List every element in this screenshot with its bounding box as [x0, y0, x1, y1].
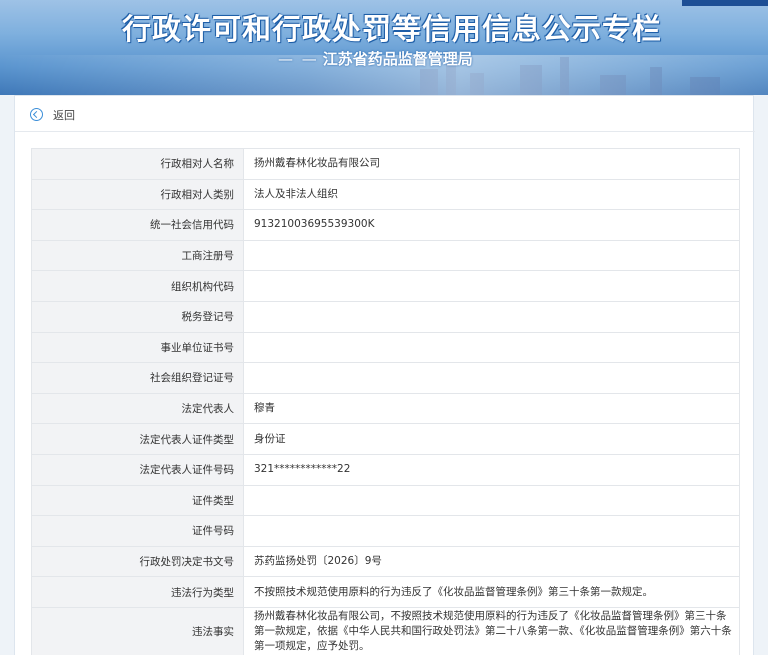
table-row: 行政相对人类别 法人及非法人组织 — [31, 178, 740, 211]
table-row: 违法事实 扬州戴春林化妆品有限公司，不按照技术规范使用原料的行为违反了《化妆品监督… — [31, 606, 740, 655]
table-row: 行政处罚决定书文号 苏药监扬处罚〔2026〕9号 — [31, 545, 740, 578]
row-value — [243, 239, 740, 272]
table-row: 行政相对人名称 扬州戴春林化妆品有限公司 — [31, 148, 740, 180]
table-row: 社会组织登记证号 — [31, 362, 740, 394]
banner-subtitle: — — 江苏省药品监督管理局 — [278, 48, 473, 69]
row-value — [243, 362, 740, 394]
table-row: 违法行为类型 不按照技术规范使用原料的行为违反了《化妆品监督管理条例》第三十条第一… — [31, 576, 740, 608]
table-row: 法定代表人证件号码 321************22 — [31, 453, 740, 486]
row-label: 证件类型 — [31, 484, 244, 517]
header-banner: 行政许可和行政处罚等信用信息公示专栏 — — 江苏省药品监督管理局 — [0, 0, 768, 95]
table-row: 统一社会信用代码 91321003695539300K — [31, 209, 740, 241]
row-label: 法定代表人证件号码 — [31, 453, 244, 486]
back-link[interactable]: 返回 — [53, 107, 75, 123]
table-row: 证件号码 — [31, 515, 740, 547]
back-circle-arrow-icon[interactable] — [30, 108, 43, 121]
row-label: 社会组织登记证号 — [31, 362, 244, 394]
row-value — [243, 515, 740, 547]
subtitle-text: 江苏省药品监督管理局 — [322, 50, 473, 68]
subtitle-dash: — — — [278, 50, 319, 68]
table-row: 组织机构代码 — [31, 270, 740, 302]
row-label: 行政相对人类别 — [31, 178, 244, 211]
row-value — [243, 300, 740, 333]
table-row: 税务登记号 — [31, 300, 740, 333]
row-label: 统一社会信用代码 — [31, 209, 244, 241]
row-label: 组织机构代码 — [31, 270, 244, 302]
row-value: 321************22 — [243, 453, 740, 486]
row-label: 证件号码 — [31, 515, 244, 547]
table-row: 证件类型 — [31, 484, 740, 517]
row-label: 行政处罚决定书文号 — [31, 545, 244, 578]
row-value: 苏药监扬处罚〔2026〕9号 — [243, 545, 740, 578]
row-label: 违法事实 — [31, 606, 244, 655]
info-table: 行政相对人名称 扬州戴春林化妆品有限公司 行政相对人类别 法人及非法人组织 统一社会… — [31, 148, 740, 655]
row-value: 法人及非法人组织 — [243, 178, 740, 211]
row-label: 法定代表人证件类型 — [31, 423, 244, 455]
detail-card: 返回 行政相对人名称 扬州戴春林化妆品有限公司 行政相对人类别 法人及非法人组织 统… — [14, 95, 755, 655]
row-label: 工商注册号 — [31, 239, 244, 272]
row-value — [243, 331, 740, 364]
back-bar: 返回 — [15, 96, 755, 132]
banner-corner-tab — [682, 0, 768, 6]
row-value: 扬州戴春林化妆品有限公司 — [243, 148, 740, 180]
table-row: 工商注册号 — [31, 239, 740, 272]
table-row: 法定代表人证件类型 身份证 — [31, 423, 740, 455]
row-label: 法定代表人 — [31, 392, 244, 425]
row-value: 不按照技术规范使用原料的行为违反了《化妆品监督管理条例》第三十条第一款规定。 — [243, 576, 740, 608]
row-label: 行政相对人名称 — [31, 148, 244, 180]
table-row: 法定代表人 穆青 — [31, 392, 740, 425]
row-label: 违法行为类型 — [31, 576, 244, 608]
row-value: 91321003695539300K — [243, 209, 740, 241]
row-label: 事业单位证书号 — [31, 331, 244, 364]
row-value — [243, 484, 740, 517]
table-row: 事业单位证书号 — [31, 331, 740, 364]
row-value — [243, 270, 740, 302]
row-label: 税务登记号 — [31, 300, 244, 333]
row-value: 穆青 — [243, 392, 740, 425]
row-value: 扬州戴春林化妆品有限公司，不按照技术规范使用原料的行为违反了《化妆品监督管理条例… — [243, 606, 740, 655]
row-value: 身份证 — [243, 423, 740, 455]
banner-title: 行政许可和行政处罚等信用信息公示专栏 — [122, 12, 663, 46]
